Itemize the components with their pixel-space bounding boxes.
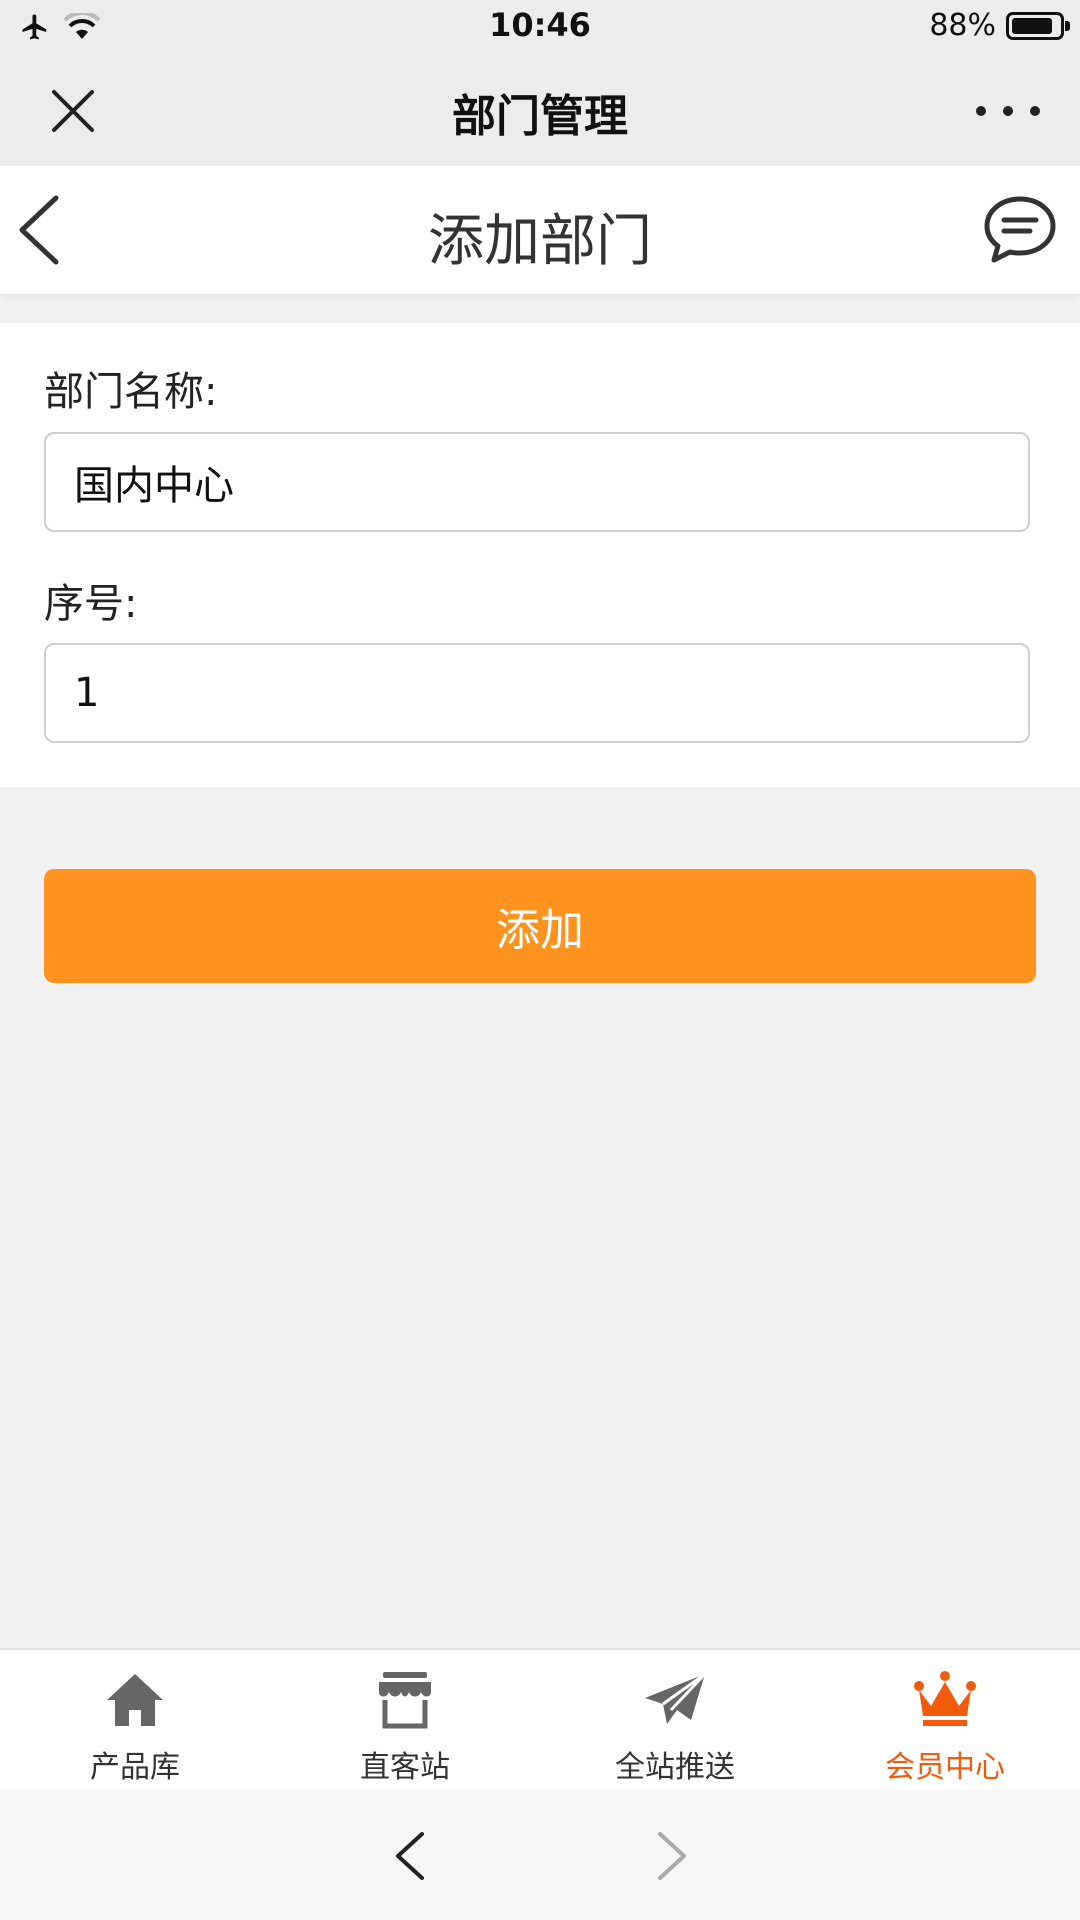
tab-member-center[interactable]: 会员中心 xyxy=(810,1650,1080,1790)
tab-site-push[interactable]: 全站推送 xyxy=(540,1650,810,1790)
tab-label: 会员中心 xyxy=(885,1750,1005,1785)
store-icon xyxy=(379,1672,431,1729)
department-name-input[interactable]: 国内中心 xyxy=(44,432,1030,532)
browser-navigation xyxy=(0,1790,1080,1920)
battery-fill xyxy=(1012,17,1052,34)
status-right: 88% xyxy=(929,8,1070,43)
more-options-button[interactable] xyxy=(976,96,1040,126)
nav-back-icon[interactable] xyxy=(390,1830,430,1882)
more-dot-icon xyxy=(1030,106,1040,116)
home-icon xyxy=(107,1674,163,1726)
bottom-tab-bar: 产品库 直客站 全站推送 会员中心 xyxy=(0,1648,1080,1790)
window-title: 部门管理 xyxy=(452,91,628,142)
more-dot-icon xyxy=(1003,106,1013,116)
battery-icon xyxy=(1006,11,1070,40)
tab-label: 全站推送 xyxy=(615,1750,735,1785)
add-button[interactable]: 添加 xyxy=(44,869,1036,983)
battery-percent: 88% xyxy=(929,8,996,43)
department-form: 部门名称: 国内中心 序号: 1 xyxy=(0,323,1080,787)
status-time: 10:46 xyxy=(489,6,591,44)
tab-direct-store[interactable]: 直客站 xyxy=(270,1650,540,1790)
nav-forward-icon[interactable] xyxy=(652,1830,692,1882)
title-bar: 部门管理 xyxy=(0,54,1080,166)
tab-product-library[interactable]: 产品库 xyxy=(0,1650,270,1790)
tab-label: 产品库 xyxy=(90,1750,180,1785)
crown-icon xyxy=(914,1671,976,1726)
status-bar: 10:46 88% xyxy=(0,0,1080,54)
tab-label: 直客站 xyxy=(360,1750,450,1785)
page-title: 添加部门 xyxy=(428,209,652,274)
paper-plane-icon xyxy=(645,1672,707,1724)
battery-nub xyxy=(1065,20,1070,31)
order-number-input[interactable]: 1 xyxy=(44,643,1030,743)
more-dot-icon xyxy=(976,106,986,116)
order-number-label: 序号: xyxy=(44,581,138,627)
chat-icon[interactable] xyxy=(982,194,1058,266)
page-header: 添加部门 xyxy=(0,166,1080,294)
department-name-label: 部门名称: xyxy=(44,369,218,415)
